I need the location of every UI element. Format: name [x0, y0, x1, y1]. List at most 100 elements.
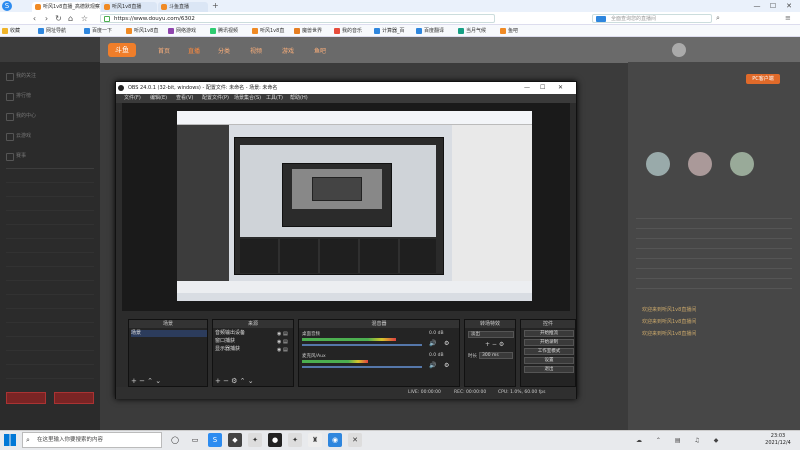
bookmark-item[interactable]: 我的音乐: [334, 27, 362, 35]
tab-2[interactable]: 斗鱼直播: [158, 2, 208, 12]
browser-taskbar-icon[interactable]: S: [208, 433, 222, 447]
bookmark-item[interactable]: 收藏: [2, 27, 20, 35]
task-view-icon[interactable]: ▭: [188, 433, 202, 447]
sidebar-item-cloudgame[interactable]: 云游戏: [6, 132, 31, 141]
douyu-logo[interactable]: 斗鱼: [108, 43, 136, 57]
source-item[interactable]: 音频输出设备: [215, 330, 245, 337]
studio-mode-button[interactable]: 工作室模式: [524, 348, 574, 355]
app-taskbar-icon[interactable]: ◉: [328, 433, 342, 447]
nav-games[interactable]: 游戏: [282, 46, 294, 55]
app-taskbar-icon[interactable]: ◆: [228, 433, 242, 447]
avatar[interactable]: [672, 43, 686, 57]
taskbar-search-input[interactable]: ⌕ 在这里输入你要搜索的内容: [22, 432, 162, 448]
search-icon[interactable]: ⌕: [716, 14, 725, 23]
sidebar-footer-button[interactable]: [54, 392, 94, 404]
bookmark-item[interactable]: 网络游戏: [168, 27, 196, 35]
close-icon[interactable]: ✕: [558, 82, 570, 94]
menu-profile[interactable]: 配置文件(P): [202, 94, 229, 103]
app-taskbar-icon[interactable]: ♜: [308, 433, 322, 447]
refresh-icon[interactable]: ↻: [54, 14, 63, 23]
forward-icon[interactable]: ›: [42, 14, 51, 23]
start-recording-button[interactable]: 开始录制: [524, 339, 574, 346]
nav-live[interactable]: 直播: [188, 46, 200, 55]
nav-yuba[interactable]: 鱼吧: [314, 46, 326, 55]
speaker-icon[interactable]: 🔊: [429, 362, 436, 369]
anchor-avatar[interactable]: [646, 152, 670, 176]
pc-client-badge[interactable]: PC客户端: [746, 74, 780, 84]
bookmark-item[interactable]: 鱼吧: [500, 27, 518, 35]
bookmark-item[interactable]: 百度翻译: [416, 27, 444, 35]
clock-time: 23:03: [770, 433, 786, 439]
scene-item[interactable]: 场景: [131, 330, 207, 337]
back-icon[interactable]: ‹: [30, 14, 39, 23]
system-tray-icons[interactable]: ☁ ⌃ ▤ ♫ ◆: [636, 436, 754, 446]
visibility-icons[interactable]: ◉ ▤ ◉ ▤ ◉ ▤: [277, 330, 288, 354]
tab-0[interactable]: 听风1v8直播_高德默观察: [32, 2, 100, 12]
nav-home[interactable]: 首页: [158, 46, 170, 55]
sidebar-item-center[interactable]: 我的中心: [6, 112, 36, 121]
captured-right-panel: [452, 125, 532, 281]
source-item[interactable]: 显示器捕获: [215, 346, 240, 353]
close-icon[interactable]: ✕: [782, 1, 796, 11]
sources-dock: 来源 音频输出设备 窗口捕获 显示器捕获 ◉ ▤ ◉ ▤ ◉ ▤ + − ⚙ ⌃ ⌄: [212, 319, 294, 387]
new-tab-button[interactable]: +: [212, 2, 220, 10]
menu-help[interactable]: 帮助(H): [290, 94, 308, 103]
exit-button[interactable]: 退出: [524, 366, 574, 373]
volume-slider[interactable]: [302, 366, 422, 368]
menu-edit[interactable]: 编辑(E): [150, 94, 167, 103]
sidebar-item-events[interactable]: 赛事: [6, 152, 26, 161]
transition-toolbar[interactable]: + − ⚙: [485, 341, 504, 348]
sidebar-item-rank[interactable]: 排行榜: [6, 92, 31, 101]
maximize-icon[interactable]: ☐: [766, 1, 780, 11]
bookmark-item[interactable]: 网址导航: [38, 27, 66, 35]
gear-icon[interactable]: ⚙: [444, 362, 449, 369]
taskbar-clock[interactable]: 23:03 2021/12/4: [758, 433, 798, 449]
address-bar[interactable]: https://www.douyu.com/6302: [100, 14, 495, 23]
bookmark-item[interactable]: 魔兽世界: [294, 27, 322, 35]
bookmark-item[interactable]: 当月气候: [458, 27, 486, 35]
obs-status-bar: LIVE: 00:00:00 REC: 00:00:00 CPU: 1.0%, …: [116, 387, 576, 399]
nav-category[interactable]: 分类: [218, 46, 230, 55]
browser-search-input[interactable]: 全面查询您的直播间: [592, 14, 712, 23]
anchor-avatar[interactable]: [688, 152, 712, 176]
settings-button[interactable]: 设置: [524, 357, 574, 364]
menu-file[interactable]: 文件(F): [124, 94, 141, 103]
bookmark-star-icon[interactable]: ☆: [80, 14, 89, 23]
bookmark-item[interactable]: 计算器_百: [374, 27, 405, 35]
tab-1[interactable]: 听风1v8直播: [101, 2, 157, 12]
obs-window[interactable]: OBS 24.0.1 (32-bit, windows) - 配置文件: 未命名…: [115, 81, 577, 399]
home-icon[interactable]: ⌂: [66, 14, 75, 23]
sidebar-item-follow[interactable]: 我的关注: [6, 72, 37, 81]
bookmark-item[interactable]: 听风1v8直: [252, 27, 284, 35]
app-taskbar-icon[interactable]: ✦: [288, 433, 302, 447]
source-item[interactable]: 窗口捕获: [215, 338, 235, 345]
gear-icon[interactable]: ⚙: [444, 340, 449, 347]
transition-select[interactable]: 淡出: [468, 331, 514, 338]
maximize-icon[interactable]: ☐: [540, 82, 552, 94]
nav-video[interactable]: 视频: [250, 46, 262, 55]
task-view-icon[interactable]: ◯: [168, 433, 182, 447]
volume-slider[interactable]: [302, 344, 422, 346]
menu-view[interactable]: 查看(V): [176, 94, 193, 103]
menu-tools[interactable]: 工具(T): [266, 94, 283, 103]
obs-title-bar[interactable]: OBS 24.0.1 (32-bit, windows) - 配置文件: 未命名…: [116, 82, 576, 94]
app-taskbar-icon[interactable]: ✕: [348, 433, 362, 447]
sidebar-item-label: 我的关注: [16, 73, 37, 79]
minimize-icon[interactable]: —: [750, 1, 764, 11]
menu-icon[interactable]: ≡: [785, 14, 794, 23]
start-streaming-button[interactable]: 开始推流: [524, 330, 574, 337]
obs-preview[interactable]: [122, 103, 570, 311]
anchor-avatar[interactable]: [730, 152, 754, 176]
obs-taskbar-icon[interactable]: ●: [268, 433, 282, 447]
search-placeholder: 全面查询您的直播间: [611, 16, 657, 22]
speaker-icon[interactable]: 🔊: [429, 340, 436, 347]
bookmark-item[interactable]: 腾讯视频: [210, 27, 238, 35]
bookmark-item[interactable]: 百度一下: [84, 27, 112, 35]
menu-scene-collection[interactable]: 场景集合(S): [234, 94, 261, 103]
sidebar-footer-button[interactable]: [6, 392, 46, 404]
duration-input[interactable]: 300 ms: [479, 352, 513, 359]
windows-start-icon[interactable]: [4, 434, 16, 446]
app-taskbar-icon[interactable]: ✦: [248, 433, 262, 447]
minimize-icon[interactable]: —: [524, 82, 536, 94]
bookmark-item[interactable]: 听风1v8直: [126, 27, 158, 35]
